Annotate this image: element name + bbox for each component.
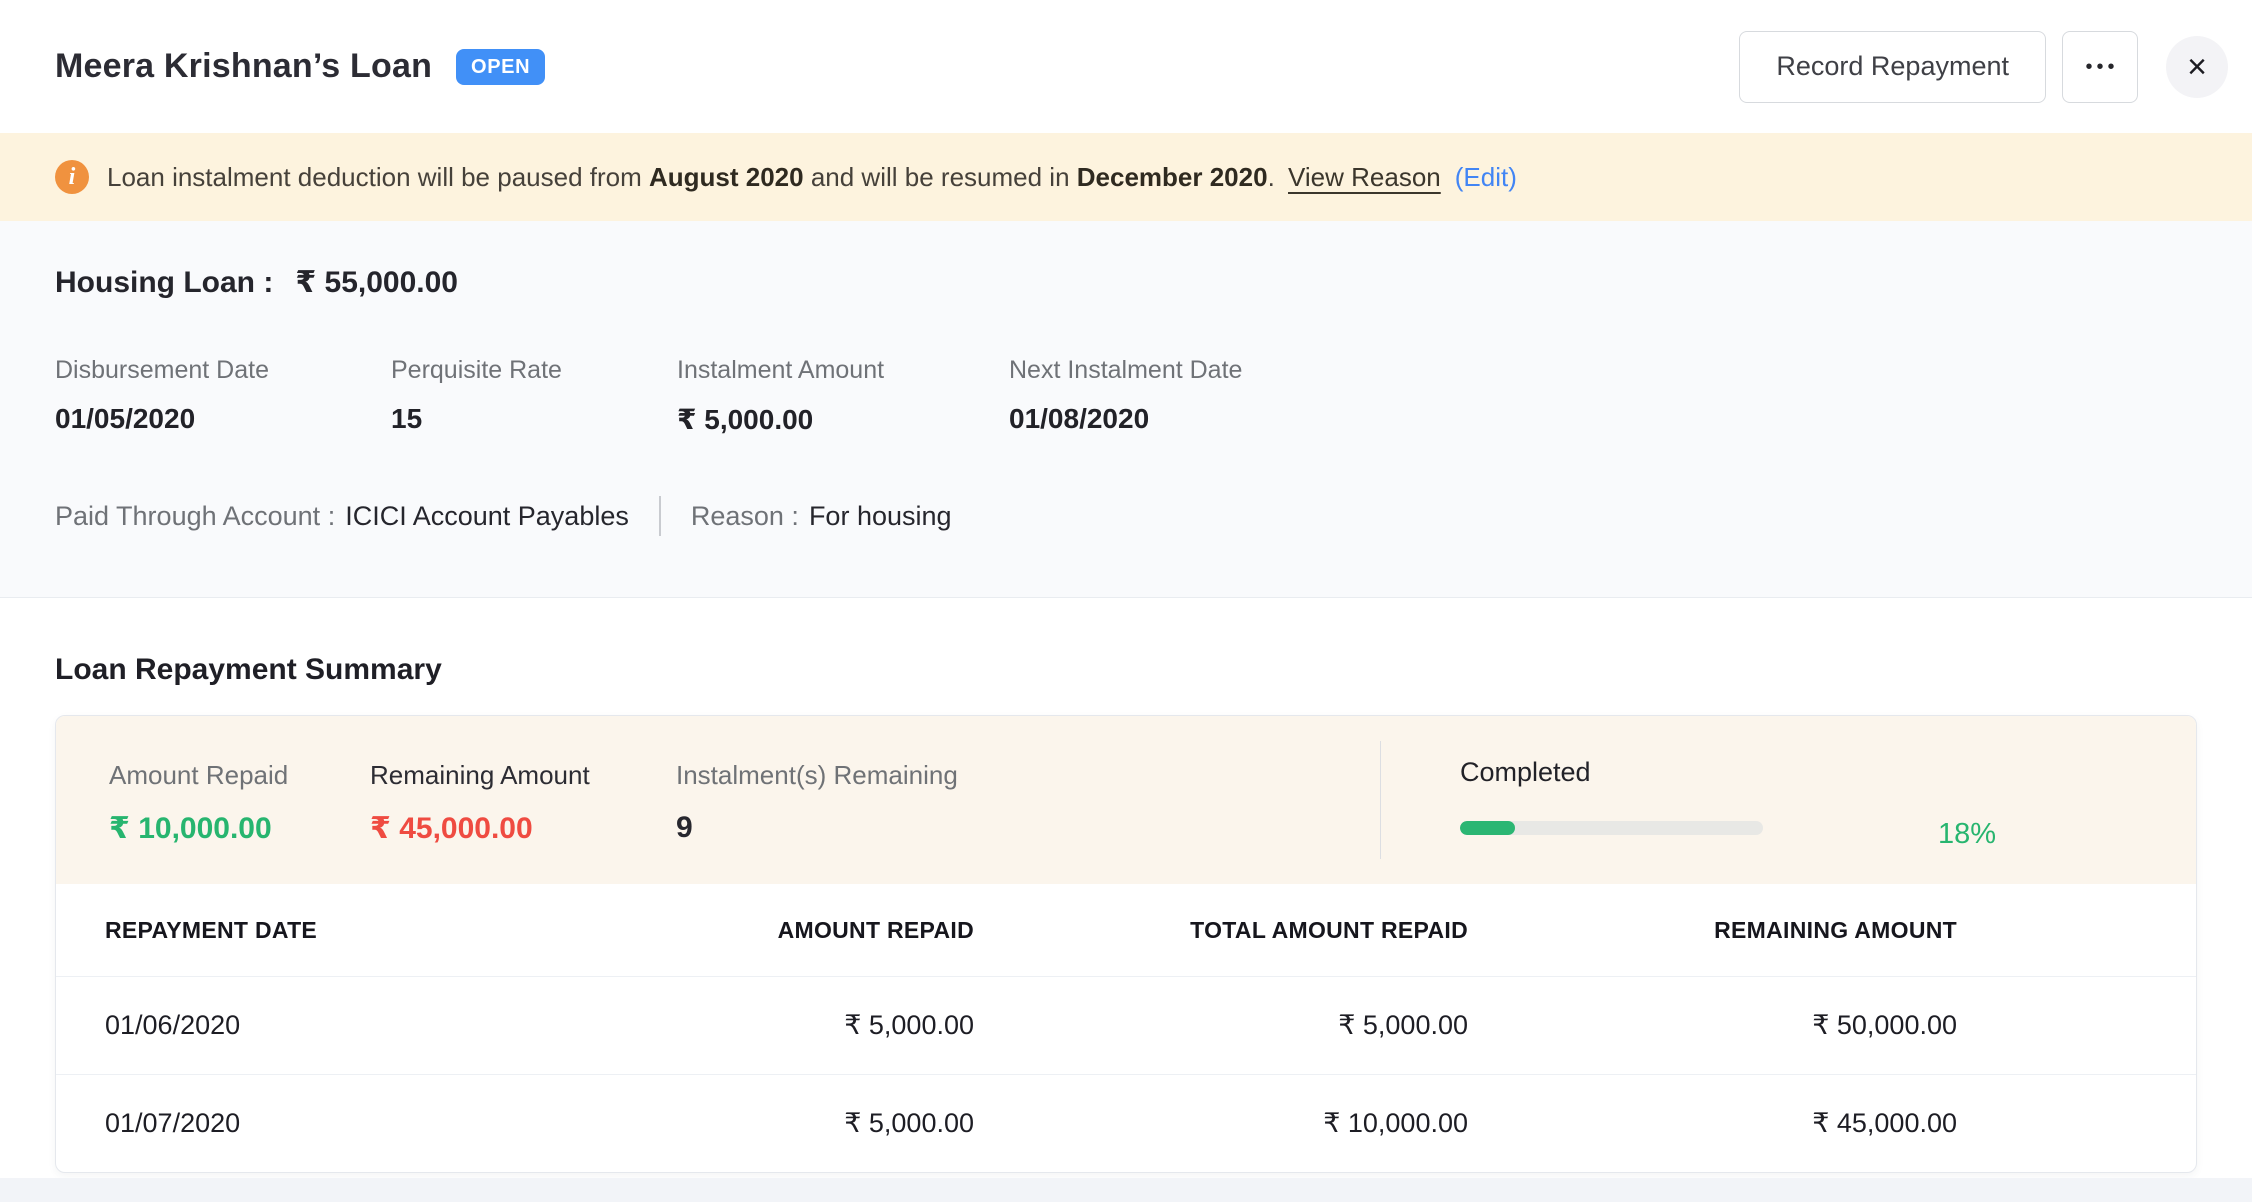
- loan-amount: ₹ 55,000.00: [295, 265, 458, 300]
- stat-instalments-remaining: Instalment(s) Remaining 9: [676, 716, 1380, 884]
- banner-text-segment: and will be resumed in: [804, 162, 1077, 192]
- field-label: Next Instalment Date: [1009, 356, 1242, 385]
- field-instalment-amount: Instalment Amount ₹ 5,000.00: [677, 356, 1009, 436]
- field-label: Disbursement Date: [55, 356, 391, 385]
- completed-percentage: 18%: [1938, 818, 1996, 884]
- banner-text: Loan instalment deduction will be paused…: [107, 162, 1517, 193]
- banner-text-segment: .: [1268, 162, 1282, 192]
- field-value: 01/08/2020: [1009, 403, 1242, 435]
- reason-label: Reason :: [691, 501, 799, 532]
- page-title: Meera Krishnan’s Loan: [55, 47, 432, 86]
- field-disbursement-date: Disbursement Date 01/05/2020: [55, 356, 391, 436]
- header-actions: Record Repayment ••• ×: [1739, 31, 2228, 103]
- banner-pause-month: August 2020: [649, 162, 804, 192]
- record-repayment-button[interactable]: Record Repayment: [1739, 31, 2046, 103]
- vertical-divider: [659, 496, 661, 536]
- edit-link[interactable]: (Edit): [1455, 162, 1517, 192]
- table-cell: 01/06/2020: [56, 1010, 556, 1041]
- field-value: 01/05/2020: [55, 403, 391, 435]
- view-reason-link[interactable]: View Reason: [1288, 162, 1441, 192]
- progress-bar-fill: [1460, 821, 1515, 835]
- field-perquisite-rate: Perquisite Rate 15: [391, 356, 677, 436]
- col-header-total-amount-repaid: TOTAL AMOUNT REPAID: [974, 917, 1468, 944]
- paid-through-value: ICICI Account Payables: [345, 501, 629, 532]
- col-header-repayment-date: REPAYMENT DATE: [56, 917, 556, 944]
- col-header-amount-repaid: AMOUNT REPAID: [556, 917, 974, 944]
- completed-block: Completed 18%: [1381, 716, 1996, 884]
- progress-bar: [1460, 821, 1763, 835]
- stat-value: ₹ 10,000.00: [109, 811, 370, 846]
- field-label: Instalment Amount: [677, 356, 1009, 385]
- banner-resume-month: December 2020: [1077, 162, 1268, 192]
- table-row: 01/07/2020 ₹ 5,000.00 ₹ 10,000.00 ₹ 45,0…: [56, 1074, 2196, 1172]
- loan-head: Housing Loan : ₹ 55,000.00: [55, 221, 2197, 300]
- table-cell: ₹ 45,000.00: [1468, 1108, 1957, 1139]
- status-badge: OPEN: [456, 49, 545, 85]
- stat-value: ₹ 45,000.00: [370, 811, 676, 846]
- close-icon: ×: [2187, 50, 2207, 84]
- loan-details-section: Housing Loan : ₹ 55,000.00 Disbursement …: [0, 221, 2252, 598]
- repayment-summary-card: Amount Repaid ₹ 10,000.00 Remaining Amou…: [55, 715, 2197, 1173]
- banner-text-segment: Loan instalment deduction will be paused…: [107, 162, 649, 192]
- field-next-instalment-date: Next Instalment Date 01/08/2020: [1009, 356, 1242, 436]
- field-value: ₹ 5,000.00: [677, 403, 1009, 436]
- table-cell: 01/07/2020: [56, 1108, 556, 1139]
- info-icon: i: [55, 160, 89, 194]
- table-cell: ₹ 50,000.00: [1468, 1010, 1957, 1041]
- stat-label: Remaining Amount: [370, 760, 676, 791]
- loan-type-label: Housing Loan :: [55, 266, 273, 300]
- table-cell: ₹ 5,000.00: [556, 1010, 974, 1041]
- loan-details-panel: Meera Krishnan’s Loan OPEN Record Repaym…: [0, 0, 2252, 1202]
- table-cell: ₹ 10,000.00: [974, 1108, 1468, 1139]
- more-options-icon: •••: [2081, 57, 2118, 77]
- paid-through-row: Paid Through Account : ICICI Account Pay…: [55, 496, 2197, 536]
- col-header-remaining-amount: REMAINING AMOUNT: [1468, 917, 1957, 944]
- page-background-strip: [0, 1178, 2252, 1202]
- paid-through-label: Paid Through Account :: [55, 501, 335, 532]
- repayment-summary-section: Loan Repayment Summary Amount Repaid ₹ 1…: [0, 598, 2252, 1173]
- field-label: Perquisite Rate: [391, 356, 677, 385]
- stat-label: Instalment(s) Remaining: [676, 760, 1380, 791]
- stat-label: Amount Repaid: [109, 760, 370, 791]
- table-cell: ₹ 5,000.00: [556, 1108, 974, 1139]
- completed-col: Completed: [1460, 757, 1763, 884]
- table-row: 01/06/2020 ₹ 5,000.00 ₹ 5,000.00 ₹ 50,00…: [56, 976, 2196, 1074]
- table-cell: ₹ 5,000.00: [974, 1010, 1468, 1041]
- field-value: 15: [391, 403, 677, 435]
- pause-info-banner: i Loan instalment deduction will be paus…: [0, 133, 2252, 221]
- reason-value: For housing: [809, 501, 952, 532]
- table-header-row: REPAYMENT DATE AMOUNT REPAID TOTAL AMOUN…: [56, 884, 2196, 976]
- stat-amount-repaid: Amount Repaid ₹ 10,000.00: [109, 716, 370, 884]
- close-button[interactable]: ×: [2166, 36, 2228, 98]
- stat-value: 9: [676, 811, 1380, 845]
- title-wrap: Meera Krishnan’s Loan OPEN: [55, 47, 545, 86]
- summary-heading: Loan Repayment Summary: [55, 653, 2197, 687]
- summary-strip: Amount Repaid ₹ 10,000.00 Remaining Amou…: [56, 716, 2196, 884]
- stat-remaining-amount: Remaining Amount ₹ 45,000.00: [370, 716, 676, 884]
- more-options-button[interactable]: •••: [2062, 31, 2138, 103]
- loan-fields: Disbursement Date 01/05/2020 Perquisite …: [55, 356, 2197, 436]
- completed-label: Completed: [1460, 757, 1763, 788]
- header: Meera Krishnan’s Loan OPEN Record Repaym…: [0, 0, 2252, 133]
